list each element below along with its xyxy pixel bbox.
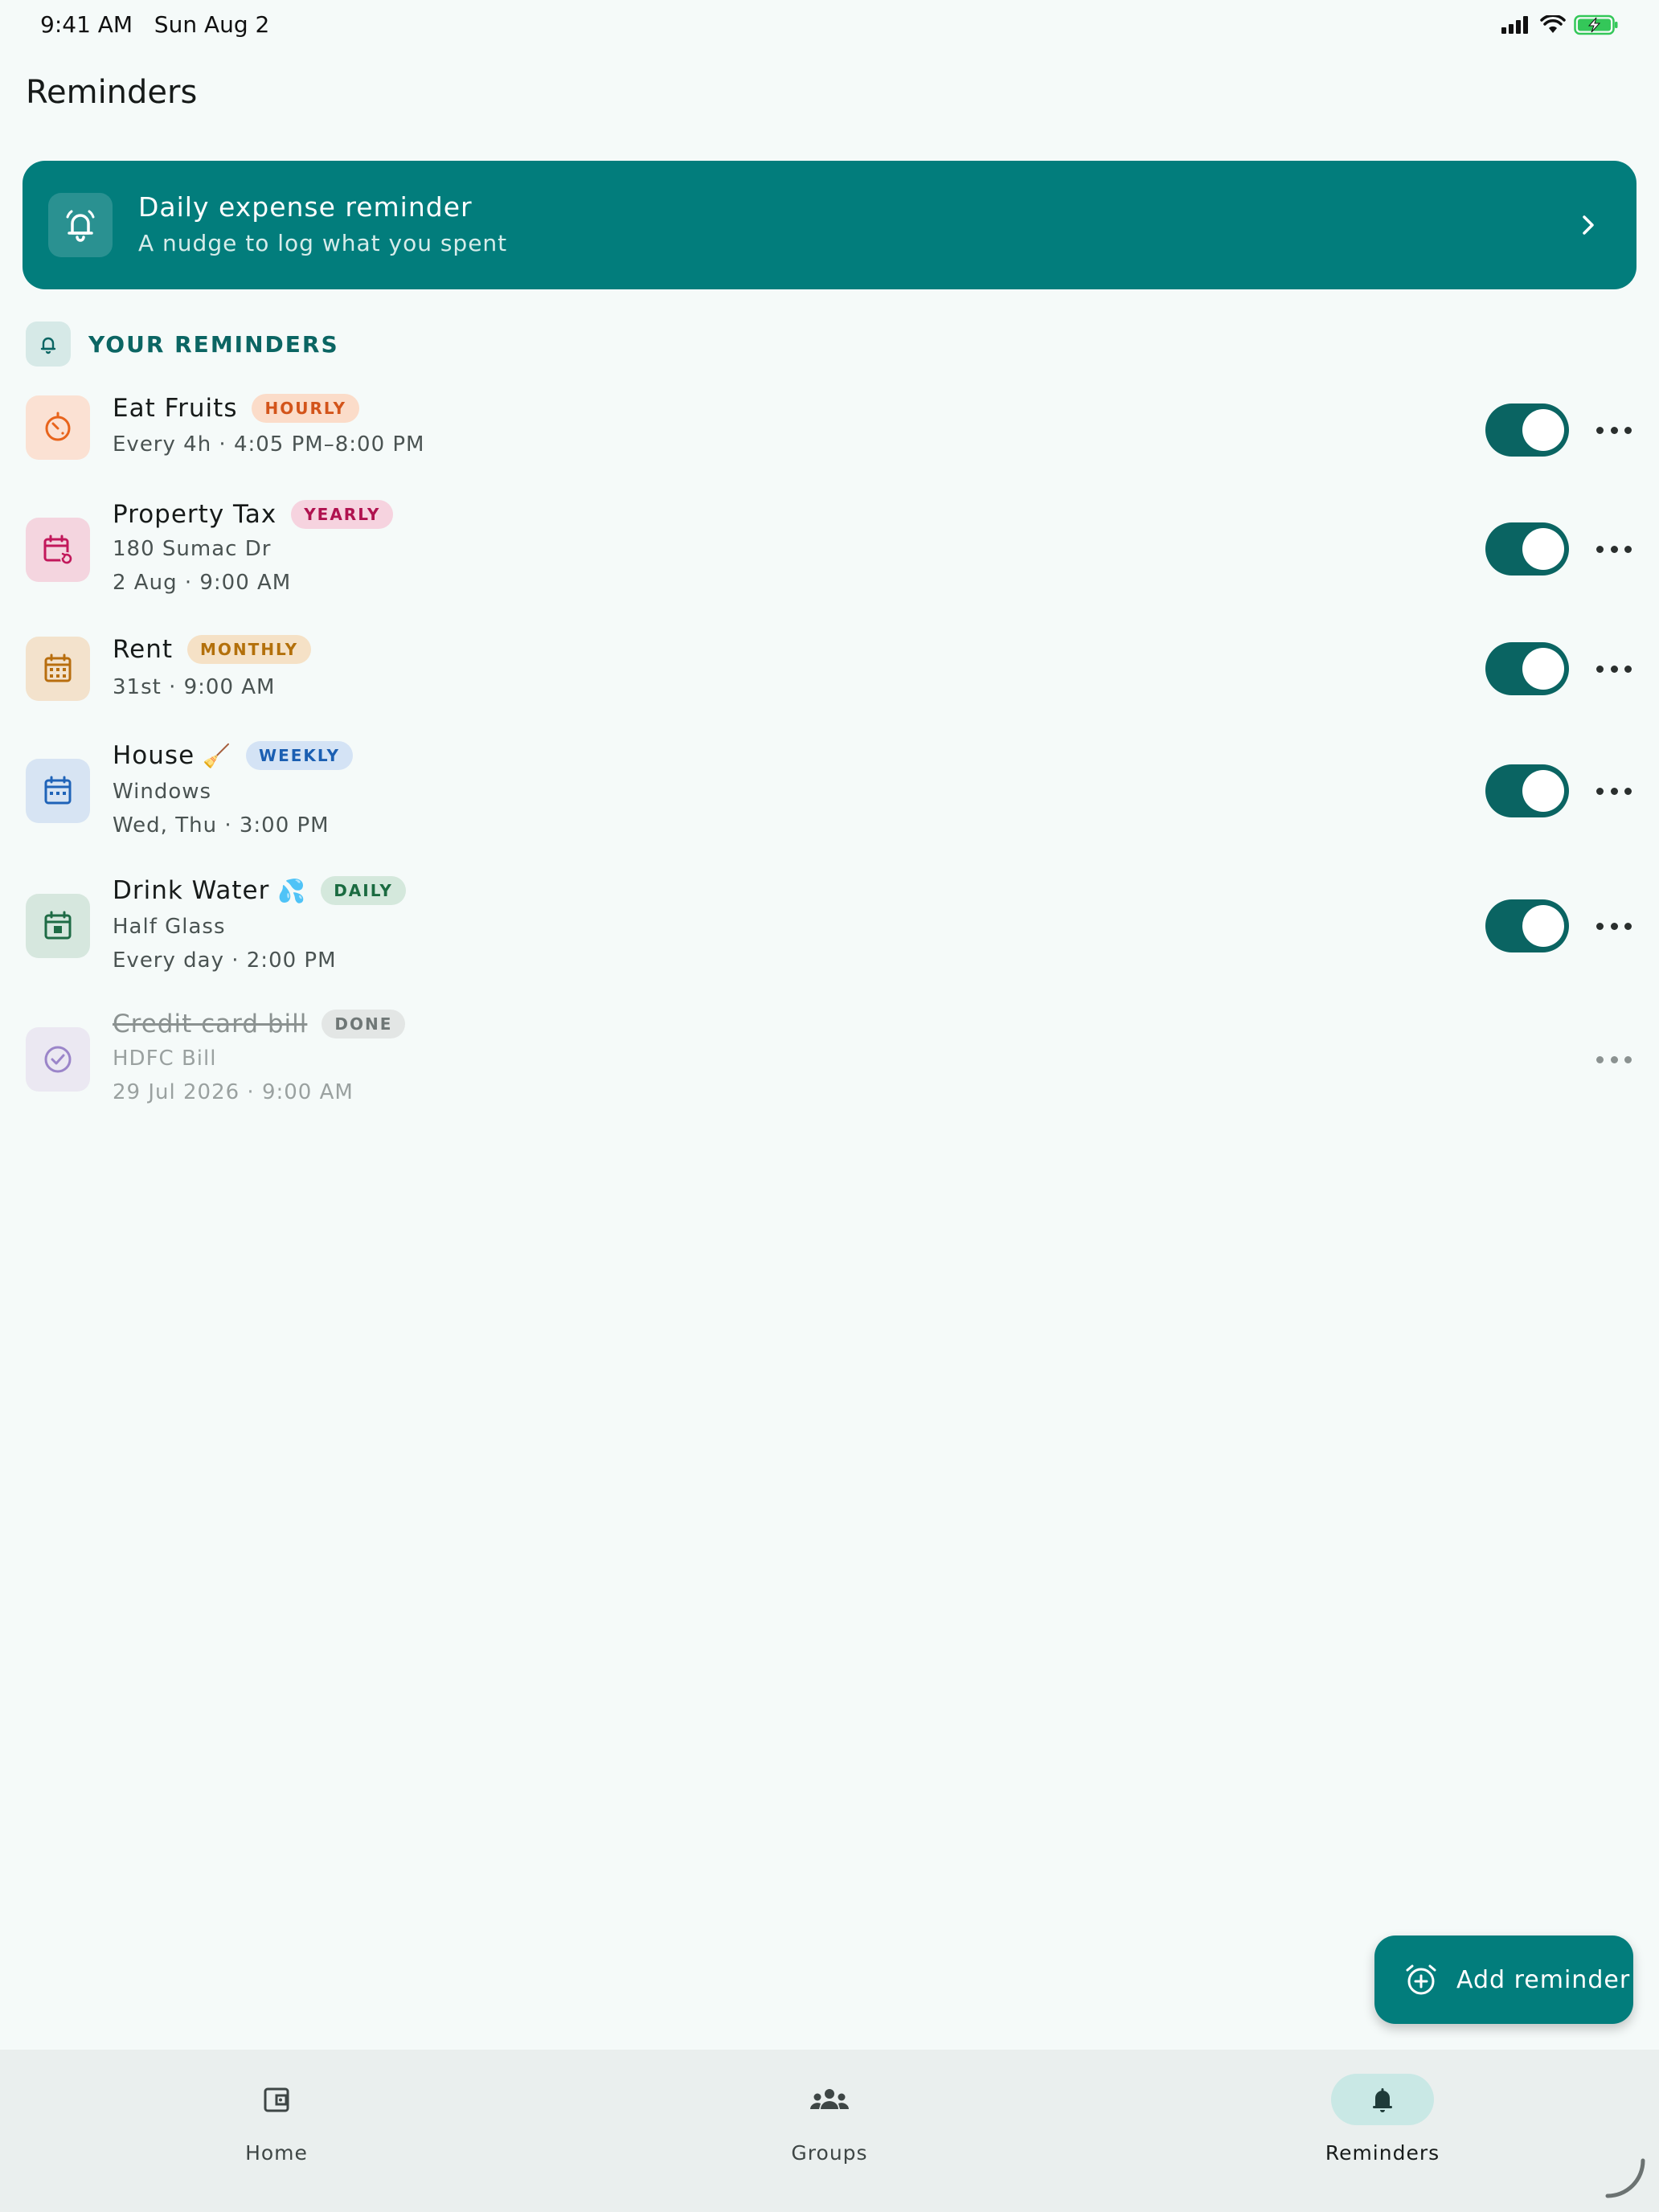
nav-home-pill xyxy=(225,2074,328,2125)
timer-icon xyxy=(26,395,90,460)
add-reminder-label: Add reminder xyxy=(1456,1965,1631,1994)
your-reminders-header: YOUR REMINDERS xyxy=(26,322,339,367)
reminder-row-done[interactable]: Credit card bill DONE HDFC Bill 29 Jul 2… xyxy=(0,1003,1659,1119)
reminder-row[interactable]: House 🧹 WEEKLY Windows Wed, Thu · 3:00 P… xyxy=(0,735,1659,850)
reminder-title: House xyxy=(113,741,195,770)
status-time: 9:41 AM Sun Aug 2 xyxy=(40,11,269,38)
reminder-toggle[interactable] xyxy=(1485,522,1569,576)
nav-groups-label: Groups xyxy=(791,2141,868,2165)
nav-reminders-pill xyxy=(1331,2074,1434,2125)
reminder-title-row: Eat Fruits HOURLY xyxy=(113,394,359,423)
reminder-title-row: House 🧹 WEEKLY xyxy=(113,741,354,770)
reminder-row[interactable]: Rent MONTHLY 31st · 9:00 AM xyxy=(0,629,1659,709)
reminder-detail: Windows xyxy=(113,780,212,804)
reminder-title-row: Rent MONTHLY xyxy=(113,635,312,664)
reminder-row[interactable]: Eat Fruits HOURLY Every 4h · 4:05 PM–8:0… xyxy=(0,386,1659,474)
status-icons xyxy=(1500,14,1619,35)
reminder-title-row: Property Tax YEARLY xyxy=(113,500,394,529)
frequency-badge: HOURLY xyxy=(252,394,359,423)
wifi-icon xyxy=(1540,15,1566,33)
status-date: Sun Aug 2 xyxy=(154,11,270,38)
reminder-row[interactable]: Drink Water 💦 DAILY Half Glass Every day… xyxy=(0,870,1659,985)
nav-groups-pill xyxy=(778,2074,881,2125)
droplets-emoji: 💦 xyxy=(277,877,307,904)
add-alarm-icon xyxy=(1403,1962,1439,1997)
status-clock: 9:41 AM xyxy=(40,11,133,38)
add-reminder-button[interactable]: Add reminder xyxy=(1374,1936,1633,2024)
groups-icon xyxy=(810,2089,849,2109)
reminder-schedule: Every day · 2:00 PM xyxy=(113,948,337,973)
more-options-icon[interactable] xyxy=(1596,918,1632,934)
reminder-title: Eat Fruits xyxy=(113,394,238,423)
nav-reminders-label: Reminders xyxy=(1325,2141,1440,2165)
wallet-icon xyxy=(264,2087,289,2112)
nav-home[interactable]: Home xyxy=(156,2050,397,2212)
reminder-schedule: Wed, Thu · 3:00 PM xyxy=(113,813,330,838)
calendar-week-icon xyxy=(26,759,90,823)
banner-title: Daily expense reminder xyxy=(138,191,473,223)
calendar-month-icon xyxy=(26,637,90,701)
status-bar: 9:41 AM Sun Aug 2 xyxy=(0,0,1659,51)
status-badge: DONE xyxy=(322,1010,406,1038)
toggle-knob xyxy=(1522,648,1564,690)
alarm-bell-icon xyxy=(48,193,113,257)
reminder-schedule: 29 Jul 2026 · 9:00 AM xyxy=(113,1080,354,1104)
reminder-detail: Half Glass xyxy=(113,915,226,939)
toggle-knob xyxy=(1522,770,1564,812)
more-options-icon[interactable] xyxy=(1596,783,1632,799)
cellular-signal-icon xyxy=(1501,16,1528,34)
more-options-icon[interactable] xyxy=(1596,541,1632,557)
nav-reminders[interactable]: Reminders xyxy=(1262,2050,1503,2212)
reminder-title: Property Tax xyxy=(113,500,277,529)
bottom-navigation: Home Groups Reminders xyxy=(0,2050,1659,2212)
reminder-title: Drink Water xyxy=(113,876,270,905)
reminder-title: Credit card bill xyxy=(113,1010,308,1038)
chevron-right-icon xyxy=(1572,209,1604,244)
reminder-title-row: Drink Water 💦 DAILY xyxy=(113,876,406,905)
reminder-title-row: Credit card bill DONE xyxy=(113,1010,406,1038)
calendar-repeat-icon xyxy=(26,518,90,582)
page-title: Reminders xyxy=(26,74,198,111)
resize-handle-icon xyxy=(1605,2158,1645,2198)
frequency-badge: MONTHLY xyxy=(187,635,312,664)
check-circle-icon xyxy=(26,1027,90,1092)
frequency-badge: YEARLY xyxy=(291,500,394,529)
bell-icon xyxy=(26,322,71,367)
nav-home-label: Home xyxy=(245,2141,308,2165)
reminder-detail: 180 Sumac Dr xyxy=(113,537,272,561)
reminder-title: Rent xyxy=(113,635,174,664)
frequency-badge: WEEKLY xyxy=(246,741,354,770)
nav-groups[interactable]: Groups xyxy=(709,2050,950,2212)
reminder-schedule: 2 Aug · 9:00 AM xyxy=(113,571,292,595)
more-options-icon[interactable] xyxy=(1596,1051,1632,1067)
reminder-toggle[interactable] xyxy=(1485,642,1569,695)
bell-filled-icon xyxy=(1373,2088,1392,2112)
calendar-today-icon xyxy=(26,894,90,958)
frequency-badge: DAILY xyxy=(321,876,406,905)
toggle-knob xyxy=(1522,409,1564,451)
reminder-detail: HDFC Bill xyxy=(113,1047,217,1071)
more-options-icon[interactable] xyxy=(1596,661,1632,677)
battery-charging-icon xyxy=(1574,14,1618,35)
reminder-toggle[interactable] xyxy=(1485,899,1569,952)
reminder-toggle[interactable] xyxy=(1485,764,1569,817)
daily-expense-reminder-card[interactable]: Daily expense reminder A nudge to log wh… xyxy=(23,161,1636,289)
banner-subtitle: A nudge to log what you spent xyxy=(138,230,508,256)
reminder-row[interactable]: Property Tax YEARLY 180 Sumac Dr 2 Aug ·… xyxy=(0,492,1659,608)
toggle-knob xyxy=(1522,905,1564,947)
reminder-toggle[interactable] xyxy=(1485,403,1569,457)
section-label: YOUR REMINDERS xyxy=(88,330,339,358)
reminder-schedule: 31st · 9:00 AM xyxy=(113,675,276,699)
reminder-schedule: Every 4h · 4:05 PM–8:00 PM xyxy=(113,432,425,457)
more-options-icon[interactable] xyxy=(1596,422,1632,438)
broom-emoji: 🧹 xyxy=(203,742,232,769)
toggle-knob xyxy=(1522,528,1564,570)
